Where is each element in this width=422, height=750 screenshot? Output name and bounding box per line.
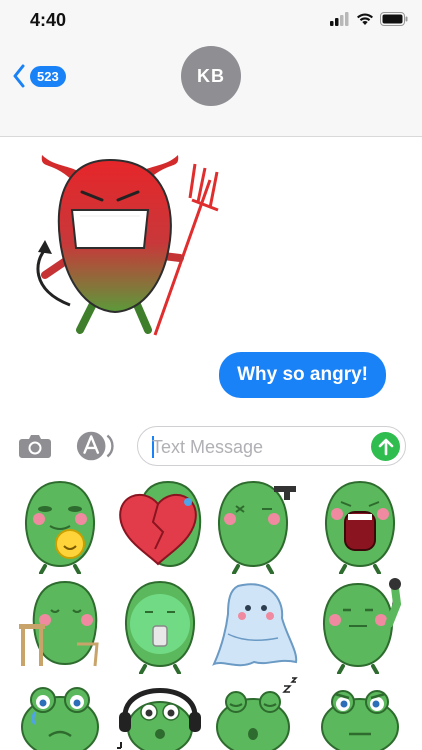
frog-face-image [215,677,298,750]
app-store-button[interactable] [75,428,115,464]
contact-avatar[interactable]: KB [181,46,241,106]
received-devil-sticker[interactable] [20,140,225,340]
signal-icon [330,12,349,26]
devil-sticker-image [36,155,219,336]
frog-sleeping-sticker[interactable] [205,672,305,750]
ghost-sticker-image [211,583,297,667]
frog-sticker-image [217,480,296,574]
conversation-header: 4:40 523 KB [0,0,422,137]
status-icons [330,12,408,26]
frog-holding-smiley-sticker[interactable] [10,472,110,576]
status-time: 4:40 [30,10,67,30]
frog-sick-glowing-sticker[interactable] [110,572,210,676]
ghost-sticker[interactable] [205,572,305,676]
arrow-up-icon [378,438,393,455]
frog-hiding-at-desk-sticker[interactable] [10,572,110,676]
frog-sticker-image [25,480,95,574]
contact-initials: KB [197,65,225,86]
frog-headphones-music-sticker[interactable] [110,672,210,750]
message-input-bar [0,420,422,472]
frog-sticker-image [118,480,201,568]
frog-crying-sticker[interactable] [10,672,110,750]
chevron-left-icon [13,64,25,88]
unread-count-badge: 523 [30,65,66,87]
outgoing-message-bubble[interactable]: Why so angry! [219,352,386,398]
frog-face-image [21,687,99,750]
camera-button[interactable] [16,428,54,464]
message-input[interactable] [152,435,362,459]
sticker-tray [0,472,422,750]
send-button[interactable] [371,432,400,461]
app-store-icon [76,431,114,461]
frog-broken-heart-sticker[interactable] [110,472,210,576]
frog-screaming-sticker[interactable] [310,472,410,576]
frog-with-gun-sticker[interactable] [205,472,305,576]
frog-face-image [321,690,399,750]
frog-sticker-image [19,580,99,667]
message-text-field[interactable] [137,426,406,466]
wifi-icon [357,13,373,25]
frog-sticker-image [322,578,401,674]
back-button[interactable]: 523 [12,64,66,88]
frog-sticker-image [125,580,195,674]
battery-icon [380,12,408,26]
frog-annoyed-sticker[interactable] [310,672,410,750]
frog-flexing-sticker[interactable] [310,572,410,676]
frog-sticker-image [325,480,395,574]
frog-face-image [116,688,201,750]
messages-screen: 4:40 523 KB Why so angry! Text Message [0,0,422,750]
camera-icon [19,435,51,458]
outgoing-message-text: Why so angry! [237,364,368,385]
